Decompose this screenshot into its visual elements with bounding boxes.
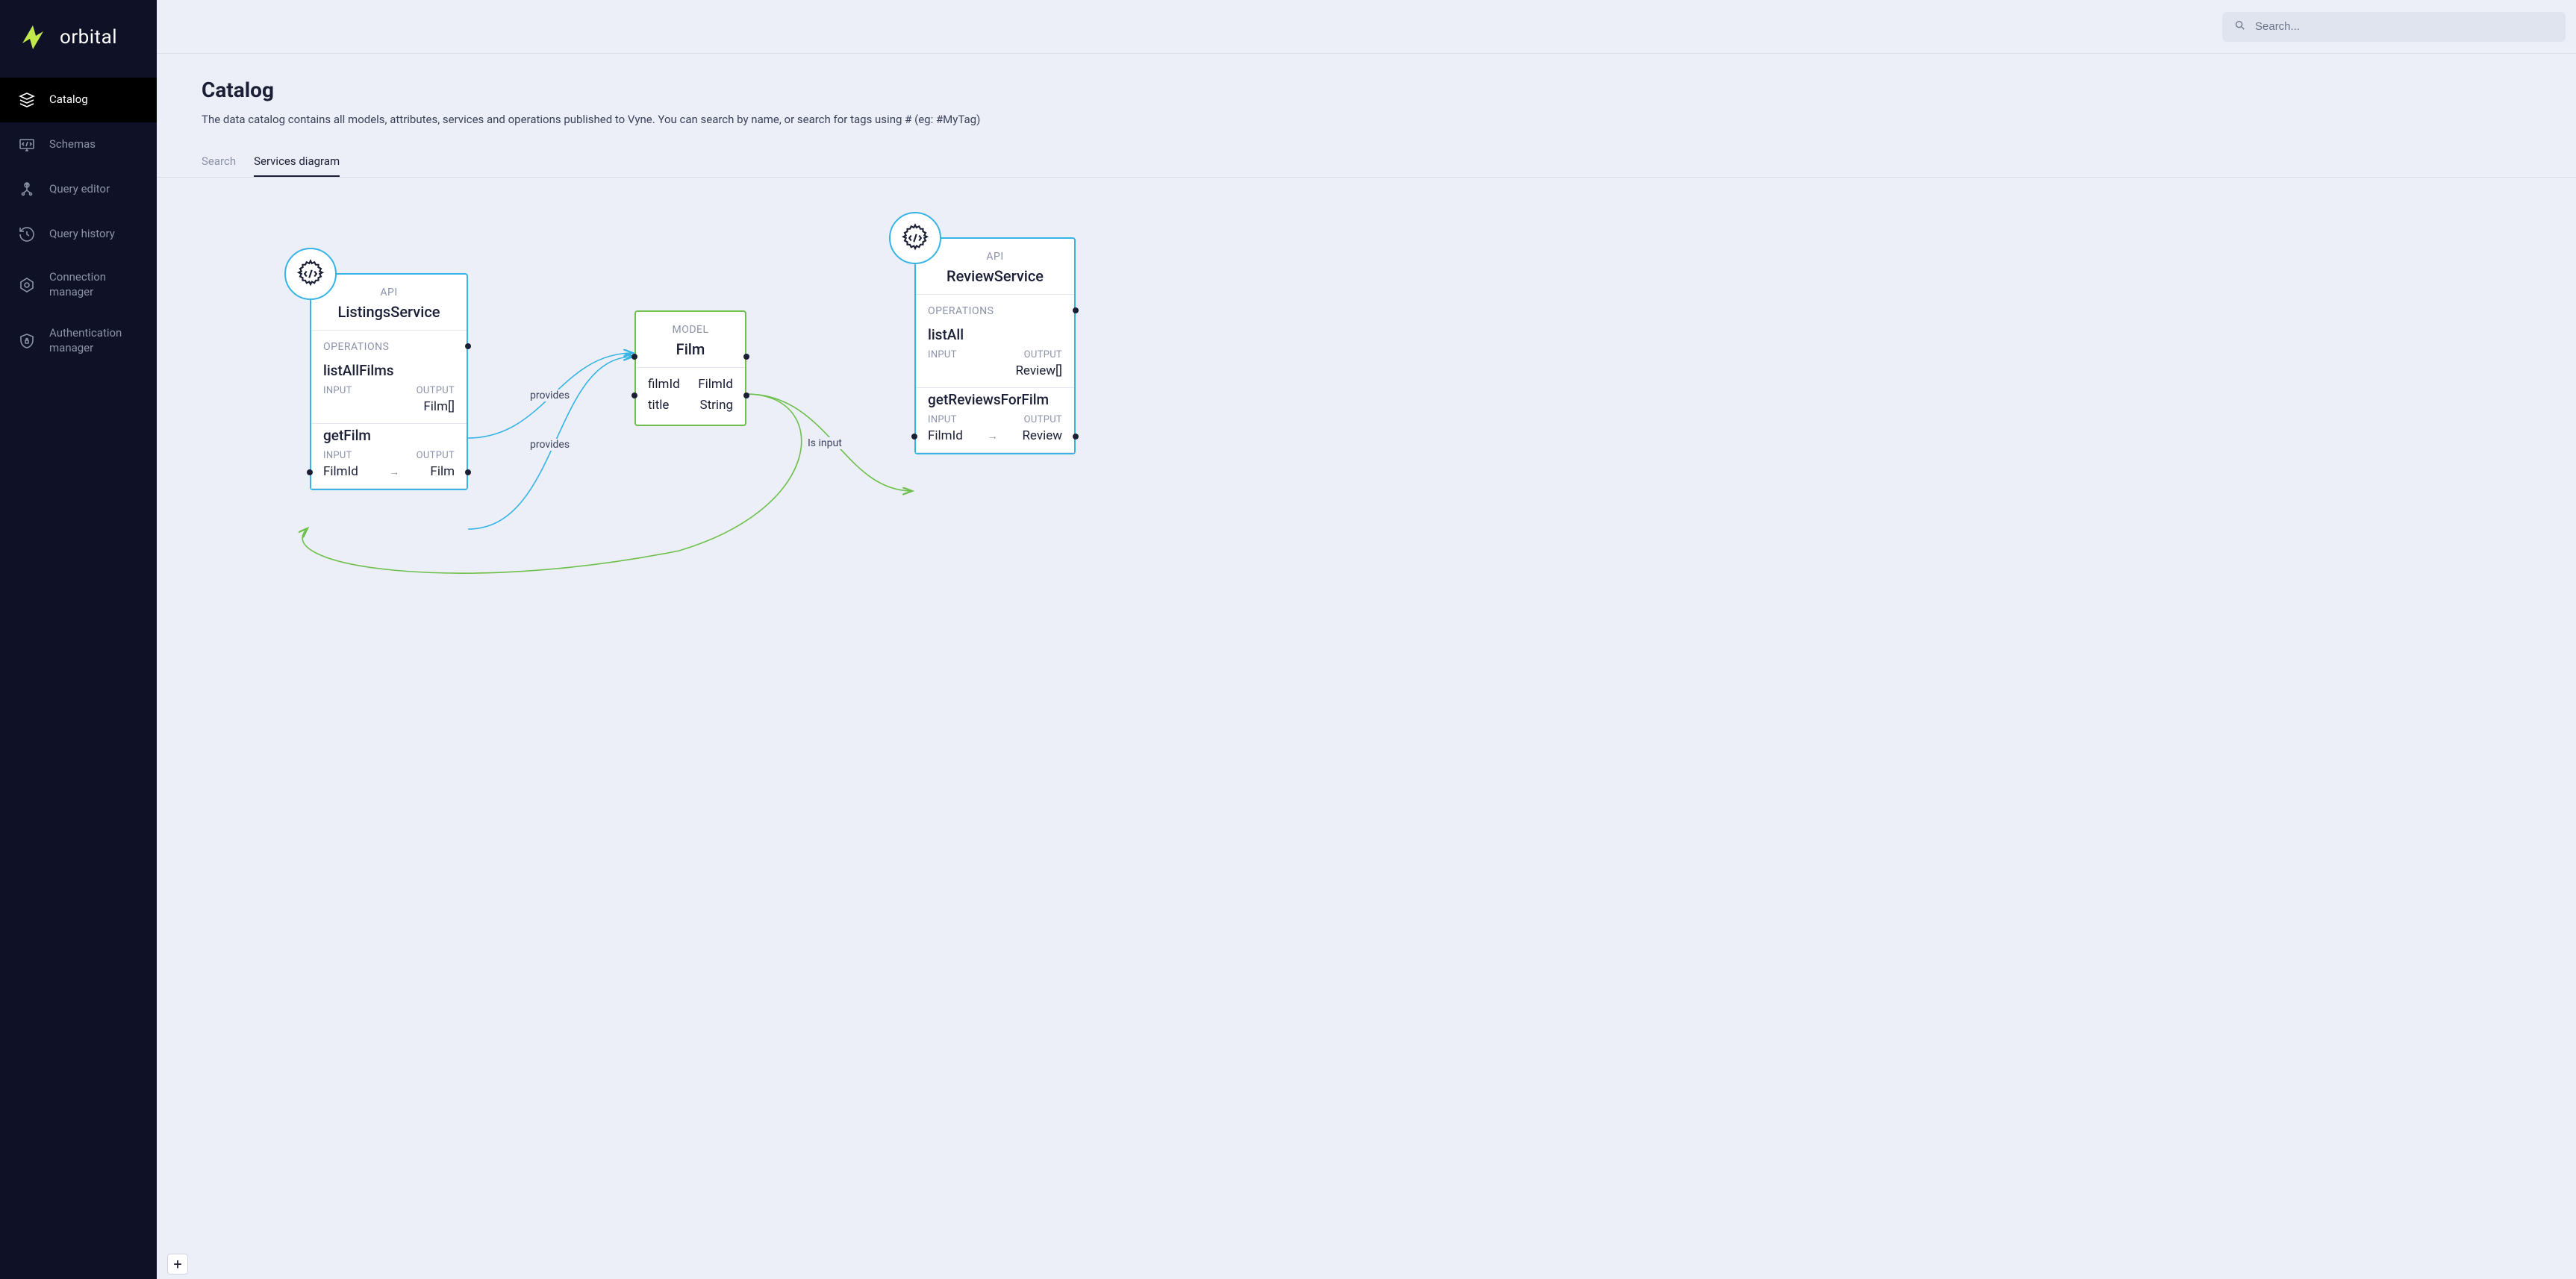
port[interactable] — [743, 354, 749, 360]
operation-name: getReviewsForFilm — [928, 391, 1062, 408]
sidebar-item-catalog[interactable]: Catalog — [0, 78, 157, 122]
arrow-icon: → — [988, 430, 998, 443]
field-name: title — [648, 398, 669, 413]
operation-input: FilmId — [928, 428, 963, 443]
node-review-service[interactable]: API ReviewService OPERATIONS listAll INP… — [914, 237, 1076, 454]
arrow-icon: → — [389, 466, 399, 478]
output-port[interactable] — [1073, 434, 1079, 440]
search-input[interactable] — [2255, 20, 2554, 33]
edge-label-provides: provides — [528, 439, 571, 451]
brand-name: orbital — [60, 26, 117, 49]
input-label: INPUT — [928, 349, 957, 360]
model-field: title String — [648, 395, 733, 416]
operation-name: listAll — [928, 326, 1062, 343]
output-port[interactable] — [465, 343, 471, 349]
sidebar-item-query-history[interactable]: Query history — [0, 212, 157, 257]
sidebar-item-connection-manager[interactable]: Connection manager — [0, 257, 157, 313]
diagram-canvas[interactable]: provides provides Is input API ListingsS… — [157, 178, 2576, 1279]
port[interactable] — [743, 393, 749, 398]
input-label: INPUT — [928, 414, 957, 425]
operation-getfilm[interactable]: getFilm INPUT OUTPUT FilmId → Film — [311, 424, 467, 489]
operation-name: listAllFilms — [323, 362, 455, 379]
output-label: OUTPUT — [1024, 414, 1062, 425]
input-port[interactable] — [307, 469, 313, 475]
output-port[interactable] — [1073, 307, 1079, 313]
node-listings-service[interactable]: API ListingsService OPERATIONS listAllFi… — [310, 273, 468, 490]
output-label: OUTPUT — [1024, 349, 1062, 360]
query-editor-icon: ? — [18, 181, 36, 198]
node-kind-label: API — [931, 251, 1059, 263]
sidebar-item-label: Connection manager — [49, 270, 139, 299]
connection-manager-icon — [18, 276, 36, 294]
query-history-icon — [18, 225, 36, 243]
page-header: Catalog The data catalog contains all mo… — [157, 54, 2576, 178]
page-title: Catalog — [202, 78, 2531, 102]
sidebar-item-label: Catalog — [49, 93, 88, 107]
node-kind-label: MODEL — [651, 324, 730, 336]
search-box[interactable] — [2222, 12, 2566, 42]
logo-icon — [16, 21, 49, 54]
add-button[interactable]: + — [167, 1254, 188, 1275]
input-label: INPUT — [323, 450, 352, 461]
search-icon — [2234, 19, 2246, 34]
node-title: ReviewService — [931, 267, 1059, 285]
input-label: INPUT — [323, 385, 352, 396]
sidebar-item-label: Query history — [49, 227, 115, 242]
schemas-icon — [18, 136, 36, 154]
edge-label-is-input: Is input — [806, 437, 843, 449]
operation-getreviewsforfilm[interactable]: getReviewsForFilm INPUT OUTPUT FilmId → R… — [916, 388, 1074, 453]
port[interactable] — [631, 354, 637, 360]
sidebar: orbital Catalog Schemas ? Query editor — [0, 0, 157, 1279]
operation-output: Review — [1022, 428, 1062, 443]
operation-output: Review[] — [1015, 363, 1062, 378]
sidebar-nav: Catalog Schemas ? Query editor Query his… — [0, 78, 157, 369]
operations-label: OPERATIONS — [311, 331, 467, 359]
operations-label: OPERATIONS — [916, 295, 1074, 323]
output-port[interactable] — [465, 469, 471, 475]
catalog-icon — [18, 91, 36, 109]
sidebar-item-query-editor[interactable]: ? Query editor — [0, 167, 157, 212]
field-type: String — [700, 398, 733, 413]
operation-output: Film — [430, 464, 455, 479]
logo: orbital — [0, 0, 157, 78]
page-description: The data catalog contains all models, at… — [202, 113, 2531, 126]
operation-listall[interactable]: listAll INPUT OUTPUT Review[] — [916, 323, 1074, 388]
field-name: filmId — [648, 377, 680, 392]
sidebar-item-schemas[interactable]: Schemas — [0, 122, 157, 167]
output-label: OUTPUT — [417, 450, 455, 461]
operation-output: Film[] — [423, 399, 455, 414]
port[interactable] — [631, 393, 637, 398]
sidebar-item-auth-manager[interactable]: Authentication manager — [0, 313, 157, 369]
operation-input: FilmId — [323, 464, 358, 479]
sidebar-item-label: Schemas — [49, 137, 96, 152]
field-type: FilmId — [698, 377, 733, 392]
tab-services-diagram[interactable]: Services diagram — [254, 147, 340, 177]
auth-manager-icon — [18, 332, 36, 350]
sidebar-item-label: Authentication manager — [49, 326, 139, 355]
node-film-model[interactable]: MODEL Film filmId FilmId title String — [634, 310, 746, 426]
tab-search[interactable]: Search — [202, 147, 236, 177]
main: Catalog The data catalog contains all mo… — [157, 0, 2576, 1279]
node-title: ListingsService — [326, 303, 452, 321]
operation-listallfilms[interactable]: listAllFilms INPUT OUTPUT Film[] — [311, 359, 467, 424]
output-label: OUTPUT — [417, 385, 455, 396]
topbar — [157, 0, 2576, 54]
tabs: Search Services diagram — [202, 147, 2531, 177]
edge-label-provides: provides — [528, 390, 571, 401]
node-kind-label: API — [326, 287, 452, 298]
diagram-edges — [157, 178, 2576, 1279]
model-field: filmId FilmId — [648, 374, 733, 395]
operation-name: getFilm — [323, 427, 455, 444]
node-title: Film — [651, 340, 730, 358]
sidebar-item-label: Query editor — [49, 182, 110, 197]
api-gear-icon — [284, 248, 337, 300]
input-port[interactable] — [911, 434, 917, 440]
api-gear-icon — [889, 212, 941, 264]
